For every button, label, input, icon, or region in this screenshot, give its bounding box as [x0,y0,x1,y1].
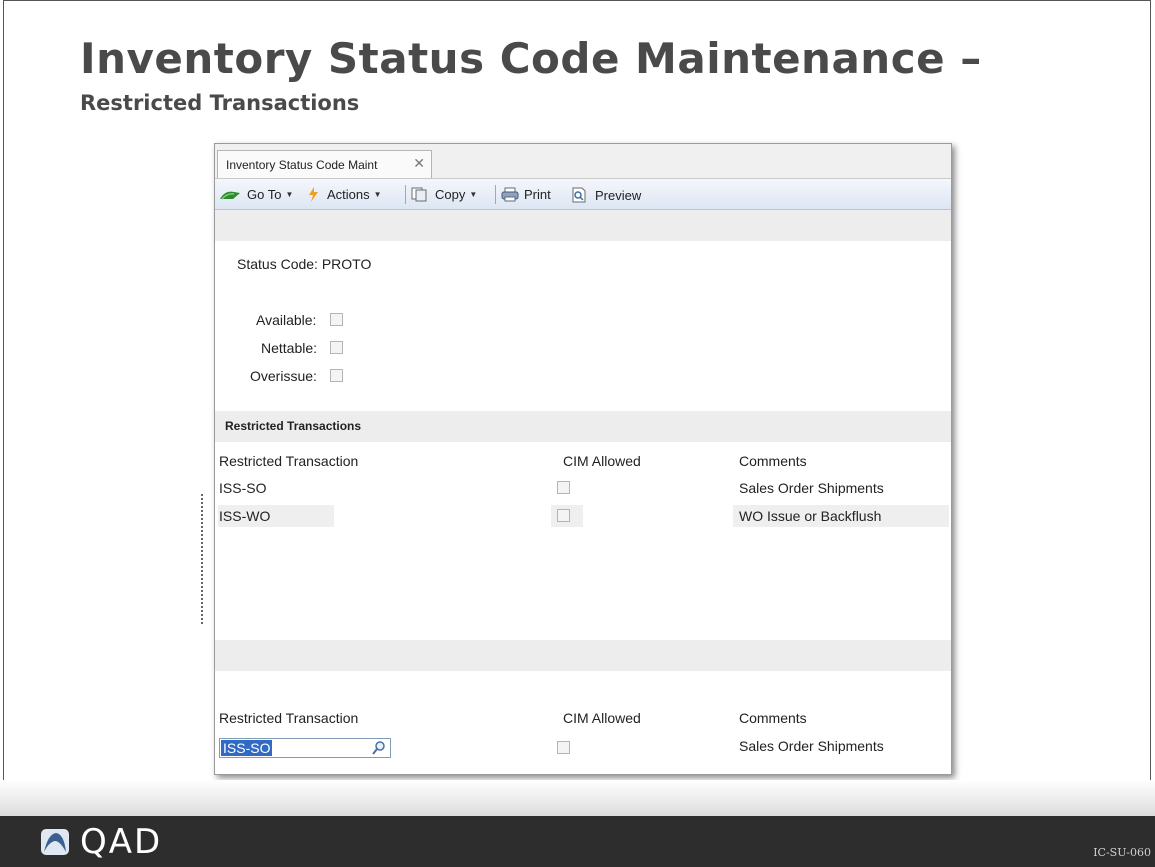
goto-icon [220,191,240,199]
print-button[interactable]: Print [501,187,551,202]
print-label: Print [524,187,551,202]
chevron-down-icon: ▼ [469,190,478,199]
overissue-checkbox[interactable] [330,369,343,382]
detail-header-restricted-transaction: Restricted Transaction [219,710,359,726]
search-icon[interactable] [372,740,386,756]
column-header-cim-allowed: CIM Allowed [563,453,641,469]
overissue-label: Overissue: [250,368,317,384]
form-header-band [215,210,951,241]
close-icon[interactable]: ✕ [413,155,425,172]
splitter-handle[interactable] [201,494,205,624]
footer-fade [0,780,1155,816]
copy-button[interactable]: Copy ▼ [411,187,477,202]
toolbar-divider [495,185,496,204]
preview-label: Preview [595,187,642,203]
tab-label: Inventory Status Code Maint [226,158,378,172]
preview-button[interactable]: Preview [571,187,641,203]
actions-button[interactable]: Actions ▼ [307,187,382,202]
toolbar-divider [405,185,406,204]
goto-button[interactable]: Go To ▼ [219,187,293,202]
tab-inventory-status-code-maint[interactable]: Inventory Status Code Maint ✕ [217,150,432,178]
nettable-label: Nettable: [261,340,318,356]
detail-header-comments: Comments [739,710,807,726]
detail-cim-allowed-checkbox[interactable] [557,741,570,754]
available-label: Available: [256,312,317,328]
detail-header-band [215,640,951,671]
row-cim-allowed-checkbox[interactable] [557,509,570,522]
slide-code: IC-SU-060 [1093,846,1151,859]
row-comments: Sales Order Shipments [739,480,884,496]
row-transaction: ISS-SO [219,480,267,496]
slide-title: Inventory Status Code Maintenance – [80,34,982,83]
slide-subtitle: Restricted Transactions [80,91,360,115]
row-transaction: ISS-WO [219,508,271,524]
brand-logo-text: QAD [80,822,163,862]
copy-icon [411,187,427,202]
restricted-transaction-input[interactable]: ISS-SO [219,738,391,758]
chevron-down-icon: ▼ [373,190,382,199]
status-code-label: Status Code: [237,256,318,272]
row-cim-allowed-checkbox[interactable] [557,481,570,494]
detail-header-cim-allowed: CIM Allowed [563,710,641,726]
footer-bar: QAD IC-SU-060 [0,816,1155,867]
nettable-checkbox[interactable] [330,341,343,354]
printer-icon [501,187,519,202]
actions-label: Actions [327,187,370,202]
toolbar: Go To ▼ Actions ▼ Copy ▼ Print Preview [215,179,951,210]
lightning-icon [309,187,318,202]
qad-logo-icon [41,829,69,855]
column-header-restricted-transaction: Restricted Transaction [219,453,359,469]
preview-icon [572,187,586,203]
input-selected-text: ISS-SO [221,740,273,756]
app-window: Inventory Status Code Maint ✕ Go To ▼ Ac… [214,143,952,775]
tab-strip: Inventory Status Code Maint ✕ [215,144,951,179]
goto-label: Go To [247,187,282,202]
column-header-comments: Comments [739,453,807,469]
chevron-down-icon: ▼ [285,190,294,199]
section-title-restricted-transactions: Restricted Transactions [225,419,362,433]
row-comments: WO Issue or Backflush [739,508,882,524]
available-checkbox[interactable] [330,313,343,326]
status-code-field: Status Code: PROTO [237,256,371,272]
copy-label: Copy [435,187,466,202]
detail-comments: Sales Order Shipments [739,738,884,754]
status-code-value: PROTO [321,256,372,272]
